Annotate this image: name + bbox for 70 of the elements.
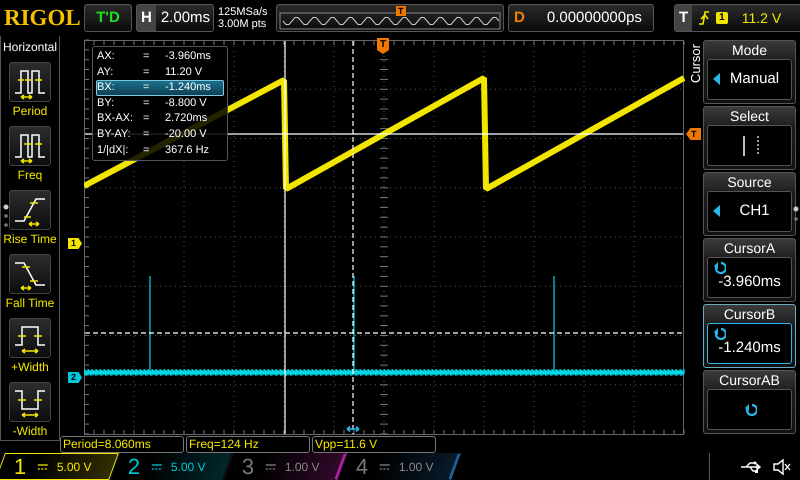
measure-label: Period [12,103,48,120]
measure-button[interactable] [9,62,51,102]
usb-icon [740,460,764,472]
knob-value: -3.960ms [718,272,781,292]
readout-row: BX: = -1.240ms [96,80,224,96]
trigger-source: 1 [716,12,728,24]
run-status: T'D [84,4,132,32]
softkey-button[interactable]: Mode Manual [703,40,796,104]
rotate-knob-icon [742,402,756,416]
sample-rate: 125MSa/s [218,6,269,18]
measure-button[interactable] [9,190,51,230]
brand-logo: RIGOL [4,4,80,32]
channel-tab[interactable]: 1 5.00 V [0,453,119,480]
channel-marker: 1 [68,238,82,249]
readout-row-text: 1/|dX|: = 367.6 Hz [96,142,210,158]
double-arrow-icon [346,426,360,432]
option-value: Manual [730,69,780,90]
measure-button[interactable] [9,382,51,422]
page-dots-icon [793,206,799,224]
menu-title: Horizontal [2,39,58,56]
rotate-knob-icon [712,327,726,341]
left-arrow-icon [712,204,721,218]
rising-edge-icon [698,10,710,26]
trigger-position-marker: T [396,6,406,16]
left-arrow-icon [712,72,721,86]
readout-row-text: AX: = -3.960ms [96,49,212,64]
measure-button[interactable] [9,126,51,166]
measure-label: +Width [11,359,49,376]
softkey-button[interactable]: CursorB -1.240ms [703,304,796,368]
readout-row-text: BY: = -8.800 V [96,96,208,111]
trigger-label: T [675,5,692,31]
measure-label: -Width [12,423,48,440]
timebase-button[interactable]: H 2.00ms [136,4,214,32]
knob-value: -1.240ms [718,338,781,358]
channel-tab[interactable]: 3 1.00 V [223,453,347,480]
measure-label: Fall Time [6,295,54,312]
channel-marker: 2 [68,372,82,383]
option-value: CH1 [739,201,770,222]
softkey-button[interactable]: Source CH1 [703,172,796,236]
trigger-position-marker: T [377,38,389,54]
delay-button[interactable]: D 0.00000000ps [508,4,654,32]
readout-row-text: BY-AY: = -20.00 V [96,126,208,142]
menu-title: Cursor [687,44,704,84]
softkey-button[interactable]: CursorAB [703,370,796,434]
page-dots-icon [3,204,9,228]
measure-button[interactable] [9,254,51,294]
measurement-readout: Vpp=11.6 V [312,436,436,453]
measurement-readout: Period=8.060ms [60,436,184,453]
channel-tab[interactable]: 4 1.00 V [337,453,461,480]
memory-depth: 3.00M pts [218,18,268,30]
dc-coupling-icon [37,462,49,470]
softkey-button[interactable]: Select [703,106,796,170]
measurement-readout: Freq=124 Hz [186,436,310,453]
speaker-muted-icon [772,458,792,476]
cursor-line[interactable] [352,41,354,434]
rotate-knob-icon [712,261,726,275]
measure-label: Rise Time [3,231,57,248]
readout-row-text: AY: = 11.20 V [96,64,204,80]
cursor-line[interactable] [85,332,683,334]
readout-row-text: BX-AX: = 2.720ms [96,111,208,126]
cursor-line[interactable] [284,41,286,434]
trigger-level-marker: T [686,128,701,140]
dc-coupling-icon [265,462,277,470]
dc-coupling-icon [379,462,391,470]
dc-coupling-icon [151,462,163,470]
trigger-level: 11.2 V [742,8,782,28]
measure-button[interactable] [9,318,51,358]
channel-tab[interactable]: 2 5.00 V [109,453,233,480]
softkey-button[interactable]: CursorA -3.960ms [703,238,796,302]
measure-label: Freq [18,167,42,184]
